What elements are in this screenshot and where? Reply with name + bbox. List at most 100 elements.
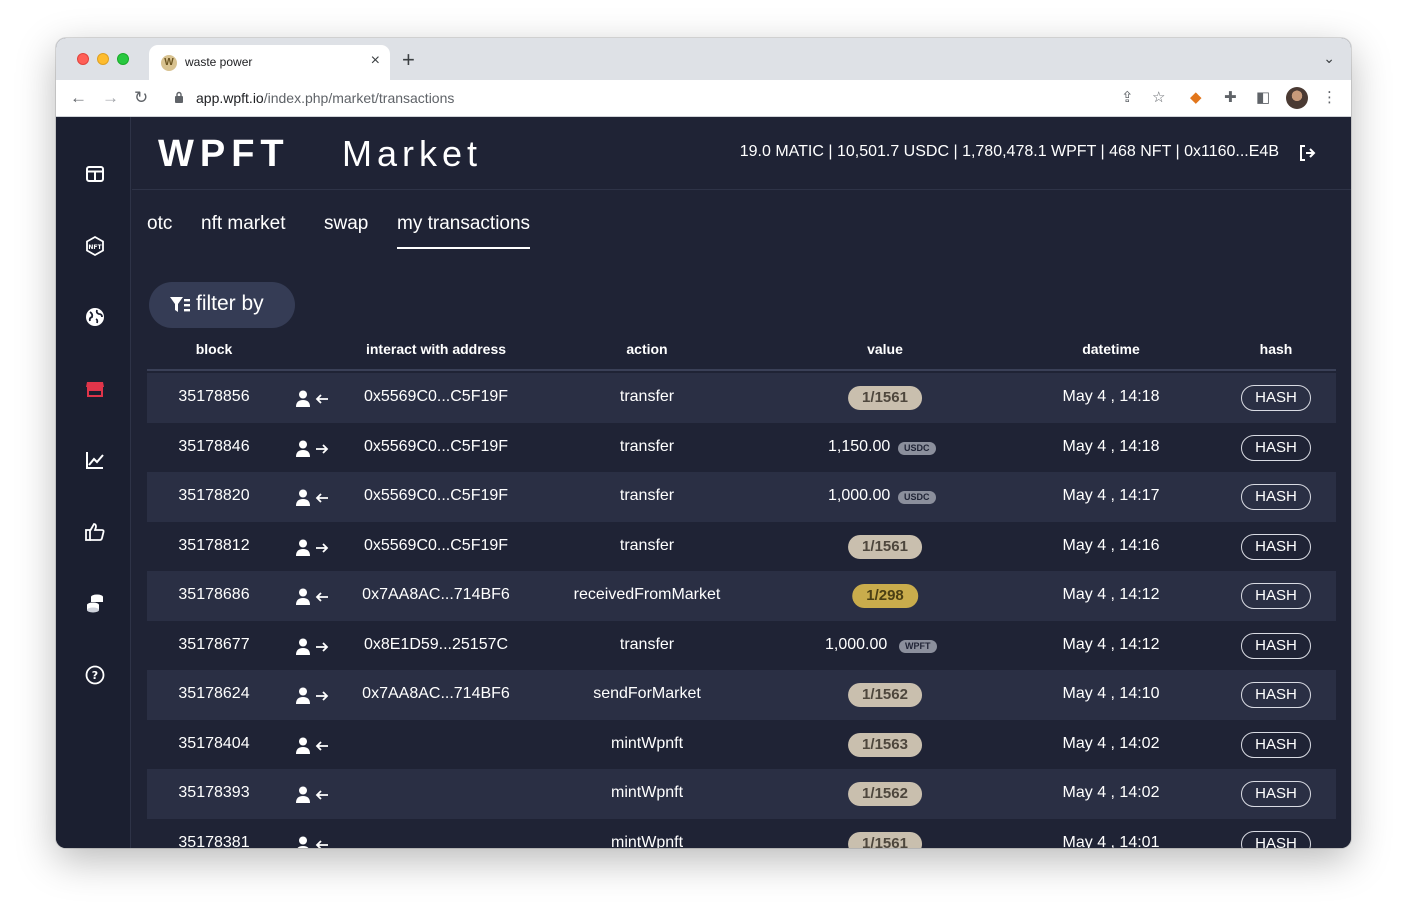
close-tab-icon[interactable]: × [371, 52, 380, 70]
chart-icon [86, 452, 104, 469]
transaction-datetime: May 4 , 14:01 [1062, 833, 1160, 849]
column-header-hash: hash [1259, 341, 1293, 357]
block-number: 35178624 [178, 685, 250, 702]
sidebar-item-help[interactable]: ? [84, 664, 106, 686]
browser-window: W waste power × + ⌄ ← → ↻ app.wpft.io/in… [56, 38, 1351, 848]
hash-button[interactable]: HASH [1241, 731, 1311, 758]
new-tab-icon[interactable]: + [402, 47, 415, 73]
profile-avatar[interactable] [1286, 87, 1308, 109]
user-outgoing-arrow-icon [296, 440, 329, 457]
block-number: 35178846 [178, 437, 250, 455]
user-outgoing-arrow-icon [296, 687, 329, 704]
url-path: /index.php/market/transactions [263, 90, 455, 106]
table-row: 35178677 0x8E1D59...25157C transfer 1,000.0… [147, 621, 1336, 671]
user-outgoing-arrow-icon [296, 539, 329, 556]
globe-icon [86, 308, 104, 326]
block-number: 35178677 [178, 635, 250, 653]
extensions-puzzle-icon[interactable]: ✚ [1224, 88, 1237, 106]
table-row: 35178812 0x5569C0...C5F19F transfer 1/1561 M… [147, 522, 1336, 572]
column-header-datetime: datetime [1082, 341, 1140, 357]
interact-address[interactable]: 0x7AA8AC...714BF6 [362, 586, 510, 604]
hash-button[interactable]: HASH [1241, 533, 1311, 560]
hash-button[interactable]: HASH [1241, 632, 1311, 659]
hash-button[interactable]: HASH [1241, 781, 1311, 807]
minimize-window-button[interactable] [97, 53, 109, 65]
token-symbol-badge: USDC [898, 441, 936, 455]
transaction-datetime: May 4 , 14:12 [1062, 635, 1160, 653]
close-window-button[interactable] [77, 53, 89, 65]
interact-address[interactable]: 0x5569C0...C5F19F [364, 388, 508, 406]
sidebar-item-globe[interactable] [84, 306, 106, 328]
hash-button[interactable]: HASH [1241, 484, 1311, 510]
tab-otc[interactable]: otc [147, 213, 172, 247]
column-header-address: interact with address [365, 341, 507, 357]
block-number: 35178856 [178, 388, 250, 405]
interact-address[interactable]: 0x5569C0...C5F19F [364, 537, 508, 555]
filter-by-button[interactable]: filter by [149, 282, 295, 328]
filter-icon [170, 297, 190, 312]
maximize-window-button[interactable] [117, 53, 129, 65]
sidebar-item-dashboard[interactable] [84, 163, 106, 185]
coins-icon [87, 594, 103, 613]
table-row: 35178856 0x5569C0...C5F19F transfer 1/1561 M… [147, 373, 1336, 423]
side-panel-icon[interactable]: ◧ [1256, 88, 1270, 106]
tab-swap[interactable]: swap [324, 213, 368, 247]
more-menu-icon[interactable]: ⋮ [1322, 88, 1337, 106]
app-header: WPFT Market 19.0 MATIC | 10,501.7 USDC |… [132, 117, 1351, 190]
lock-icon [175, 91, 183, 103]
token-amount: 1,000.00 [828, 487, 891, 504]
sidebar-item-nft[interactable]: NFT [84, 235, 106, 257]
user-incoming-arrow-icon [296, 737, 328, 754]
sidebar: NFT ? [56, 117, 131, 848]
tab-nft-market[interactable]: nft market [201, 213, 285, 247]
wallet-balances: 19.0 MATIC | 10,501.7 USDC | 1,780,478.1… [739, 143, 1279, 160]
hash-button[interactable]: HASH [1241, 830, 1311, 848]
sidebar-item-analytics[interactable] [84, 449, 106, 471]
sidebar-item-coins[interactable] [84, 592, 106, 614]
sidebar-item-like[interactable] [84, 521, 106, 543]
hash-button[interactable]: HASH [1241, 583, 1311, 609]
hash-button[interactable]: HASH [1241, 682, 1311, 708]
table-row: 35178393 mintWpnft 1/1562 May 4 , 14:02 HASH [147, 769, 1336, 819]
metamask-fox-icon[interactable]: ◆ [1190, 88, 1202, 106]
nft-badge-icon: NFT [86, 235, 104, 257]
action-name: transfer [619, 635, 675, 653]
interact-address[interactable]: 0x8E1D59...25157C [364, 636, 508, 654]
hash-button[interactable]: HASH [1241, 434, 1311, 461]
thumbs-up-icon [85, 523, 105, 541]
forward-icon[interactable]: → [102, 88, 119, 108]
reload-icon[interactable]: ↻ [134, 88, 148, 108]
tab-my-transactions[interactable]: my transactions [397, 213, 531, 249]
sidebar-item-store[interactable] [84, 378, 106, 400]
block-number: 35178393 [178, 784, 250, 801]
browser-tab-bar: W waste power × + ⌄ [56, 38, 1351, 80]
action-name: transfer [619, 536, 675, 554]
bookmark-star-icon[interactable]: ☆ [1152, 88, 1165, 106]
user-incoming-arrow-icon [296, 489, 328, 506]
hash-button[interactable]: HASH [1241, 385, 1311, 411]
favicon-icon: W [161, 55, 177, 71]
token-symbol-badge: USDC [898, 491, 936, 504]
action-name: sendForMarket [593, 685, 701, 702]
table-header: block interact with address action value… [147, 337, 1336, 371]
logout-icon[interactable] [1297, 143, 1317, 163]
token-amount: 1,000.00 [825, 635, 888, 653]
action-name: mintWpnft [610, 784, 684, 801]
svg-text:NFT: NFT [88, 244, 102, 251]
table-row: 35178404 mintWpnft 1/1563 May 4 , 14:02 HASH [147, 720, 1336, 770]
share-icon[interactable]: ⇪ [1121, 88, 1134, 106]
action-name: transfer [619, 437, 675, 455]
interact-address[interactable]: 0x5569C0...C5F19F [364, 438, 508, 456]
tab-search-chevron-icon[interactable]: ⌄ [1323, 50, 1335, 67]
block-number: 35178381 [178, 833, 250, 849]
user-incoming-arrow-icon [297, 836, 328, 848]
interact-address[interactable]: 0x7AA8AC...714BF6 [362, 685, 510, 703]
back-icon[interactable]: ← [70, 88, 87, 108]
browser-tab[interactable]: W waste power × [149, 45, 390, 80]
interact-address[interactable]: 0x5569C0...C5F19F [364, 487, 508, 505]
user-incoming-arrow-icon [296, 390, 328, 407]
address-bar[interactable]: app.wpft.io/index.php/market/transaction… [164, 84, 1204, 113]
tab-title: waste power [185, 55, 253, 69]
table-row: 35178820 0x5569C0...C5F19F transfer 1,000.0… [147, 472, 1336, 522]
token-amount: 1,150.00 [828, 437, 891, 455]
